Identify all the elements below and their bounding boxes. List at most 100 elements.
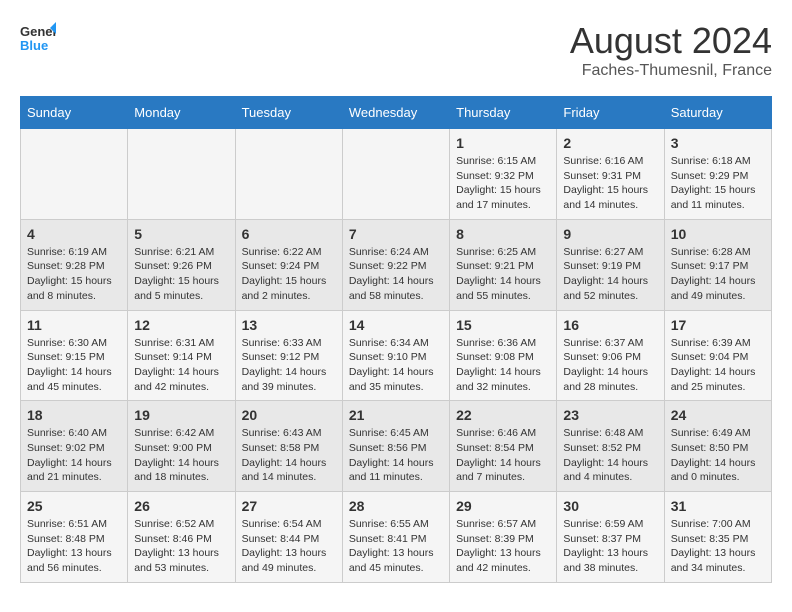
weekday-header-row: SundayMondayTuesdayWednesdayThursdayFrid… [21, 97, 772, 129]
day-info: Sunrise: 6:21 AMSunset: 9:26 PMDaylight:… [134, 245, 228, 304]
weekday-header-friday: Friday [557, 97, 664, 129]
calendar-cell-w1d2: 6 Sunrise: 6:22 AMSunset: 9:24 PMDaylight… [235, 219, 342, 310]
calendar-cell-w2d0: 11 Sunrise: 6:30 AMSunset: 9:15 PMDayligh… [21, 310, 128, 401]
day-number: 22 [456, 407, 550, 423]
week-row-4: 25Sunrise: 6:51 AMSunset: 8:48 PMDayligh… [21, 492, 772, 583]
day-number: 2 [563, 135, 657, 151]
day-number: 1 [456, 135, 550, 151]
calendar-cell-w1d5: 9 Sunrise: 6:27 AMSunset: 9:19 PMDaylight… [557, 219, 664, 310]
calendar-cell-w4d0: 25Sunrise: 6:51 AMSunset: 8:48 PMDayligh… [21, 492, 128, 583]
day-number: 10 [671, 226, 765, 242]
calendar-cell-w4d3: 28Sunrise: 6:55 AMSunset: 8:41 PMDayligh… [342, 492, 449, 583]
calendar-cell-w4d5: 30 Sunrise: 6:59 AMSunset: 8:37 PMDayligh… [557, 492, 664, 583]
calendar-cell-w0d0 [21, 129, 128, 220]
logo: General Blue [20, 20, 56, 56]
day-number: 19 [134, 407, 228, 423]
logo-icon: General Blue [20, 20, 56, 56]
day-number: 6 [242, 226, 336, 242]
calendar-cell-w1d4: 8 Sunrise: 6:25 AMSunset: 9:21 PMDaylight… [450, 219, 557, 310]
calendar-cell-w3d2: 20 Sunrise: 6:43 AMSunset: 8:58 PMDayligh… [235, 401, 342, 492]
day-number: 17 [671, 317, 765, 333]
day-info: Sunrise: 6:54 AMSunset: 8:44 PMDaylight:… [242, 517, 336, 576]
day-info: Sunrise: 6:39 AMSunset: 9:04 PMDaylight:… [671, 336, 765, 395]
day-number: 21 [349, 407, 443, 423]
week-row-1: 4Sunrise: 6:19 AMSunset: 9:28 PMDaylight… [21, 219, 772, 310]
day-info: Sunrise: 6:30 AMSunset: 9:15 PMDaylight:… [27, 336, 121, 395]
week-row-3: 18 Sunrise: 6:40 AMSunset: 9:02 PMDayligh… [21, 401, 772, 492]
weekday-header-wednesday: Wednesday [342, 97, 449, 129]
day-info: Sunrise: 6:24 AMSunset: 9:22 PMDaylight:… [349, 245, 443, 304]
day-number: 18 [27, 407, 121, 423]
day-number: 23 [563, 407, 657, 423]
day-number: 5 [134, 226, 228, 242]
svg-text:Blue: Blue [20, 38, 48, 53]
calendar-cell-w1d3: 7Sunrise: 6:24 AMSunset: 9:22 PMDaylight… [342, 219, 449, 310]
day-info: Sunrise: 6:33 AMSunset: 9:12 PMDaylight:… [242, 336, 336, 395]
day-number: 4 [27, 226, 121, 242]
day-info: Sunrise: 6:52 AMSunset: 8:46 PMDaylight:… [134, 517, 228, 576]
day-number: 29 [456, 498, 550, 514]
day-info: Sunrise: 6:22 AMSunset: 9:24 PMDaylight:… [242, 245, 336, 304]
day-number: 30 [563, 498, 657, 514]
header: General Blue August 2024 Faches-Thumesni… [20, 20, 772, 80]
weekday-header-sunday: Sunday [21, 97, 128, 129]
day-number: 15 [456, 317, 550, 333]
day-number: 14 [349, 317, 443, 333]
calendar-cell-w0d1 [128, 129, 235, 220]
day-number: 12 [134, 317, 228, 333]
day-info: Sunrise: 6:45 AMSunset: 8:56 PMDaylight:… [349, 426, 443, 485]
calendar-cell-w3d0: 18 Sunrise: 6:40 AMSunset: 9:02 PMDayligh… [21, 401, 128, 492]
calendar-cell-w4d4: 29 Sunrise: 6:57 AMSunset: 8:39 PMDayligh… [450, 492, 557, 583]
calendar-cell-w1d0: 4Sunrise: 6:19 AMSunset: 9:28 PMDaylight… [21, 219, 128, 310]
day-info: Sunrise: 6:25 AMSunset: 9:21 PMDaylight:… [456, 245, 550, 304]
calendar-cell-w3d5: 23Sunrise: 6:48 AMSunset: 8:52 PMDayligh… [557, 401, 664, 492]
day-info: Sunrise: 6:31 AMSunset: 9:14 PMDaylight:… [134, 336, 228, 395]
location-title: Faches-Thumesnil, France [570, 62, 772, 80]
calendar-cell-w3d3: 21 Sunrise: 6:45 AMSunset: 8:56 PMDayligh… [342, 401, 449, 492]
day-info: Sunrise: 6:42 AMSunset: 9:00 PMDaylight:… [134, 426, 228, 485]
day-number: 26 [134, 498, 228, 514]
day-info: Sunrise: 6:43 AMSunset: 8:58 PMDaylight:… [242, 426, 336, 485]
day-info: Sunrise: 6:37 AMSunset: 9:06 PMDaylight:… [563, 336, 657, 395]
calendar-cell-w2d2: 13 Sunrise: 6:33 AMSunset: 9:12 PMDayligh… [235, 310, 342, 401]
day-info: Sunrise: 6:40 AMSunset: 9:02 PMDaylight:… [27, 426, 121, 485]
svg-text:General: General [20, 24, 56, 39]
day-info: Sunrise: 6:57 AMSunset: 8:39 PMDaylight:… [456, 517, 550, 576]
week-row-2: 11 Sunrise: 6:30 AMSunset: 9:15 PMDayligh… [21, 310, 772, 401]
day-info: Sunrise: 6:36 AMSunset: 9:08 PMDaylight:… [456, 336, 550, 395]
calendar-cell-w2d6: 17 Sunrise: 6:39 AMSunset: 9:04 PMDayligh… [664, 310, 771, 401]
day-number: 24 [671, 407, 765, 423]
day-number: 31 [671, 498, 765, 514]
day-info: Sunrise: 6:15 AMSunset: 9:32 PMDaylight:… [456, 154, 550, 213]
week-row-0: 1 Sunrise: 6:15 AMSunset: 9:32 PMDaylight… [21, 129, 772, 220]
weekday-header-saturday: Saturday [664, 97, 771, 129]
calendar-cell-w0d4: 1 Sunrise: 6:15 AMSunset: 9:32 PMDaylight… [450, 129, 557, 220]
day-number: 9 [563, 226, 657, 242]
day-number: 27 [242, 498, 336, 514]
day-number: 11 [27, 317, 121, 333]
calendar-cell-w2d4: 15 Sunrise: 6:36 AMSunset: 9:08 PMDayligh… [450, 310, 557, 401]
calendar-cell-w0d3 [342, 129, 449, 220]
day-info: Sunrise: 6:49 AMSunset: 8:50 PMDaylight:… [671, 426, 765, 485]
day-number: 8 [456, 226, 550, 242]
calendar-cell-w4d6: 31Sunrise: 7:00 AMSunset: 8:35 PMDayligh… [664, 492, 771, 583]
day-info: Sunrise: 6:18 AMSunset: 9:29 PMDaylight:… [671, 154, 765, 213]
day-info: Sunrise: 6:27 AMSunset: 9:19 PMDaylight:… [563, 245, 657, 304]
day-number: 13 [242, 317, 336, 333]
calendar-cell-w3d1: 19 Sunrise: 6:42 AMSunset: 9:00 PMDayligh… [128, 401, 235, 492]
day-info: Sunrise: 6:59 AMSunset: 8:37 PMDaylight:… [563, 517, 657, 576]
weekday-header-tuesday: Tuesday [235, 97, 342, 129]
day-info: Sunrise: 6:55 AMSunset: 8:41 PMDaylight:… [349, 517, 443, 576]
calendar-cell-w3d4: 22Sunrise: 6:46 AMSunset: 8:54 PMDayligh… [450, 401, 557, 492]
day-number: 25 [27, 498, 121, 514]
calendar-table: SundayMondayTuesdayWednesdayThursdayFrid… [20, 96, 772, 583]
calendar-cell-w1d6: 10 Sunrise: 6:28 AMSunset: 9:17 PMDayligh… [664, 219, 771, 310]
calendar-cell-w2d3: 14 Sunrise: 6:34 AMSunset: 9:10 PMDayligh… [342, 310, 449, 401]
day-info: Sunrise: 6:16 AMSunset: 9:31 PMDaylight:… [563, 154, 657, 213]
day-number: 20 [242, 407, 336, 423]
day-number: 3 [671, 135, 765, 151]
day-info: Sunrise: 6:28 AMSunset: 9:17 PMDaylight:… [671, 245, 765, 304]
day-info: Sunrise: 6:34 AMSunset: 9:10 PMDaylight:… [349, 336, 443, 395]
month-title: August 2024 [570, 20, 772, 62]
calendar-cell-w2d5: 16Sunrise: 6:37 AMSunset: 9:06 PMDayligh… [557, 310, 664, 401]
